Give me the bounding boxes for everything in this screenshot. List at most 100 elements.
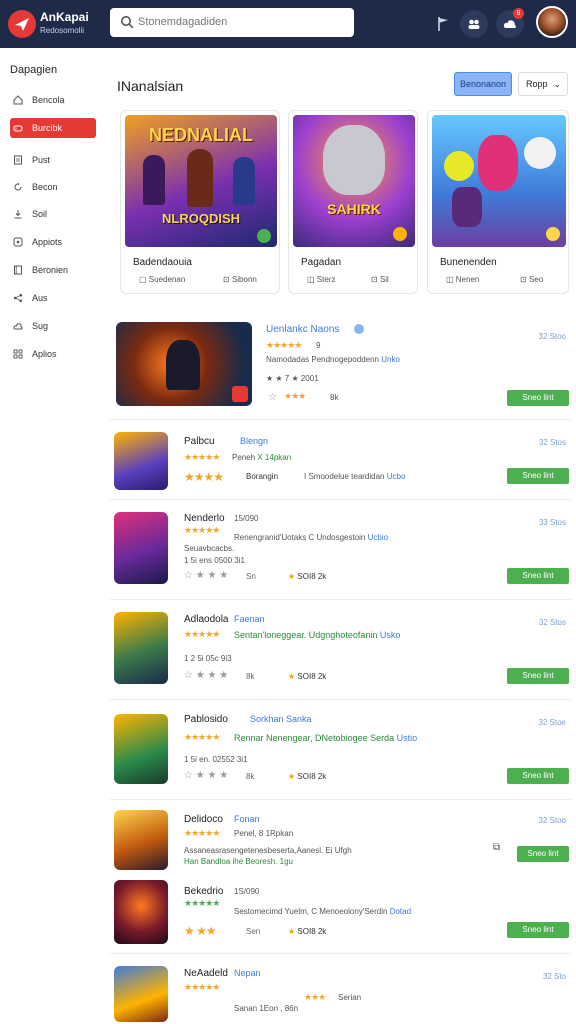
star-outline-icon: ☆ <box>268 392 277 403</box>
app-logo[interactable] <box>8 10 36 38</box>
sidebar-item-apps[interactable]: Appiots <box>10 232 96 252</box>
install-button[interactable]: Sneo lint <box>507 922 569 938</box>
character-figure <box>187 149 213 207</box>
list-item[interactable]: Bekedrio 1S/090 ★★★★★ Sestomecimd Yuelm,… <box>110 872 572 954</box>
play-badge-icon <box>257 229 271 243</box>
sidebar-item-posts[interactable]: Pust <box>10 150 96 170</box>
coin-icon: ★ <box>288 672 296 681</box>
friends-button[interactable] <box>460 10 488 38</box>
list-item[interactable]: Delidoco Fonan ★★★★★ Penel, 8 1Rpkan Ass… <box>110 800 572 872</box>
install-button[interactable]: Sneo lint <box>507 468 569 484</box>
game-title[interactable]: Palbcu <box>184 436 215 447</box>
character-figure <box>143 155 165 205</box>
install-button[interactable]: Sneo lint <box>507 390 569 406</box>
download-count: Sn <box>246 572 256 581</box>
sidebar-item-home[interactable]: Bencola <box>10 90 96 110</box>
user-avatar[interactable] <box>536 6 568 38</box>
meta-line: Seuavbcacbs. <box>184 544 235 553</box>
character-figure <box>444 151 474 181</box>
coin-icon: ★ <box>288 572 296 581</box>
coin-count-value: SOI8 2k <box>297 927 327 936</box>
card-meta-label: Sil <box>379 275 389 284</box>
download-count: 8k <box>246 672 255 681</box>
game-description: Sentan'loneggear. Udgnghoteofanin Usko <box>234 630 400 640</box>
sidebar-item-cloud[interactable]: Sug <box>10 316 96 336</box>
bookmark-icon[interactable]: ⧉ <box>493 842 500 853</box>
search-input[interactable] <box>138 12 348 32</box>
sidebar-item-label: Pust <box>32 155 51 165</box>
meta-line: 1 5i ens 0500 3i1 <box>184 556 245 565</box>
game-subtitle: 15/090 <box>234 514 259 523</box>
featured-card[interactable]: SAHIRK Pagadan ◫ Sterz ⊡ Sil <box>288 110 418 294</box>
card-meta-label: Suedenan <box>148 275 186 284</box>
coin-count-value: SOI8 2k <box>297 672 327 681</box>
download-count: 8k <box>246 772 255 781</box>
row-meta: 32 Sto <box>542 972 566 981</box>
game-title[interactable]: Adlaodola <box>184 614 228 625</box>
search-bar[interactable] <box>110 8 354 37</box>
flag-icon[interactable] <box>434 14 454 34</box>
install-button[interactable]: Sneo lint <box>507 668 569 684</box>
list-item[interactable]: Pablosido Sorkhan Sanka ★★★★★ Rennar Nen… <box>110 700 572 800</box>
coin-icon: ★ <box>288 927 296 936</box>
game-title[interactable]: Delidoco <box>184 814 223 825</box>
description-link[interactable]: Ustio <box>397 733 418 743</box>
art-title: NEDNALIAL <box>149 125 253 145</box>
rating-stars: ★★★ <box>284 391 306 401</box>
featured-card[interactable]: Bunenenden ◫ Nenen ⊡ Seo <box>427 110 569 294</box>
game-subtitle: Sorkhan Sanka <box>250 714 312 724</box>
plane-icon <box>15 18 29 31</box>
rating-stars: ★ ★★ <box>184 924 217 938</box>
coin-icon <box>393 227 407 241</box>
list-item[interactable]: Adlaodola Faenan ★★★★★ Sentan'loneggear.… <box>110 600 572 700</box>
game-thumbnail <box>114 512 168 584</box>
list-item[interactable]: Uenlankc Naons ★★★★★ 9 Namodadas Pendnog… <box>110 312 572 420</box>
sort-dropdown[interactable]: Ropp ⌄ <box>518 72 568 96</box>
game-title[interactable]: Nenderlo <box>184 513 225 524</box>
meta-line: 1 2 5i 05c 9i3 <box>184 654 232 663</box>
install-button[interactable]: Sneo lint <box>507 768 569 784</box>
sidebar-item-label: Beronien <box>32 265 69 275</box>
character-figure <box>524 137 556 169</box>
list-item[interactable]: Nenderlo 15/090 ★★★★★ Renengranid'Uotaks… <box>110 500 572 600</box>
sidebar-item-library[interactable]: Beronien <box>10 260 96 280</box>
game-badge-icon <box>232 386 248 402</box>
rating-stars: ★★★★★ <box>184 525 220 535</box>
description-link[interactable]: Dotad <box>390 907 411 916</box>
gamepad-icon <box>13 125 23 132</box>
install-button[interactable]: Sneo lint <box>507 568 569 584</box>
sidebar-item-downloads[interactable]: Soil <box>10 204 96 224</box>
page-title: INanalsian <box>117 78 184 94</box>
sidebar-item-label: Aus <box>32 293 48 303</box>
filter-button[interactable]: Benonanon <box>454 72 512 96</box>
sidebar-item-games[interactable]: Burcibk <box>10 118 96 138</box>
description-link[interactable]: Ucbio <box>368 533 388 542</box>
game-description-text: Rennar Nenengear, DNetobiogee Serda <box>234 733 395 743</box>
meta-line: Han Bandloa ihe Beoresh. 1gu <box>184 857 293 866</box>
game-subtitle: Fonan <box>234 814 260 824</box>
game-title[interactable]: Pablosido <box>184 714 228 725</box>
list-item[interactable]: NeAadeld Nepan ★★★★★ ★★★ Serian Sanan 1E… <box>110 954 572 1024</box>
game-description: Sestomecimd Yuelm, C Menoeolony'Serdin D… <box>234 907 411 916</box>
game-thumbnail <box>114 880 168 944</box>
sidebar-item-share[interactable]: Aus <box>10 288 96 308</box>
description-link[interactable]: Usko <box>380 630 401 640</box>
description-link: X 14pkan <box>257 453 292 462</box>
character-figure <box>452 187 482 227</box>
rating-stars: ★★★★★ <box>184 828 220 838</box>
description-link[interactable]: Unko <box>381 355 400 364</box>
sidebar-item-more[interactable]: Aplios <box>10 344 96 364</box>
card-meta: ◫ Sterz <box>307 275 336 284</box>
meta-line: 1 5i en. 02552 3i1 <box>184 755 248 764</box>
install-button[interactable]: Sneo lint <box>517 846 569 862</box>
description-link[interactable]: Ucbo <box>387 472 406 481</box>
list-item[interactable]: Palbcu Blengn ★★★★★ Peneh X 14pkan ★★★★ … <box>110 420 572 500</box>
game-description: Rennar Nenengear, DNetobiogee Serda Usti… <box>234 733 417 743</box>
game-description: Renengranid'Uotaks C Undosgestoin Ucbio <box>234 533 388 542</box>
sidebar-item-recent[interactable]: Becon <box>10 177 96 197</box>
card-meta: ⊡ Sil <box>371 275 389 284</box>
game-title[interactable]: Bekedrio <box>184 886 223 897</box>
featured-card[interactable]: NEDNALIAL NLROQDISH Badendaouia ▢ Sueden… <box>120 110 280 294</box>
game-title[interactable]: NeAadeld <box>184 968 228 979</box>
game-title[interactable]: Uenlankc Naons <box>266 324 339 335</box>
